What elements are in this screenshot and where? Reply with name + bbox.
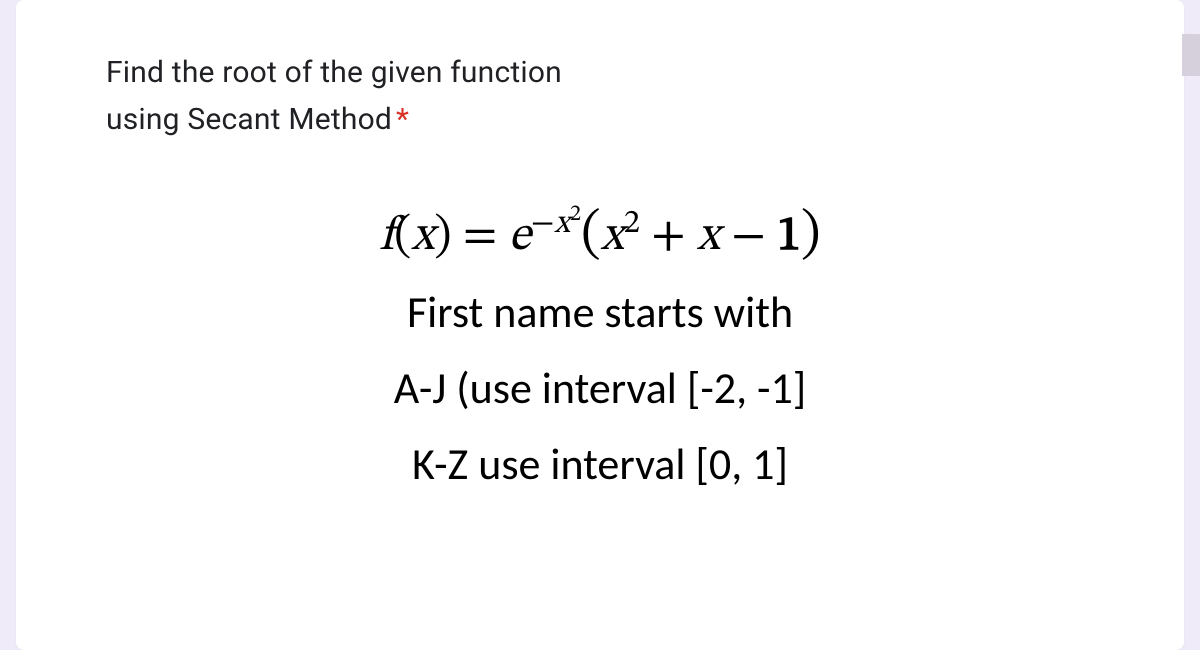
eq-equals: = [451,213,508,261]
eq-exp-x: x [554,207,570,240]
equation-block: f(x) = e−x2(x2 + x − 1) First name start… [106,203,1094,497]
question-line-2: using Secant Method [106,102,392,137]
required-asterisk: * [396,102,409,137]
eq-open: ( [394,213,411,261]
eq-paren-open: ( [581,208,601,263]
instruction-line-1: First name starts with [106,281,1094,345]
eq-term3: 1 [777,213,801,261]
equation-formula: f(x) = e−x2(x2 + x − 1) [106,203,1094,269]
question-card: Find the root of the given function usin… [16,0,1184,650]
eq-term2-x: x [697,213,720,261]
eq-term1-sq: 2 [624,207,640,240]
eq-e: e [509,213,531,261]
side-accent [1182,34,1200,76]
eq-f: f [379,213,394,261]
eq-plus: + [640,213,697,261]
eq-paren-close: ) [801,208,821,263]
eq-close: ) [434,213,451,261]
eq-minus: − [720,213,777,261]
eq-term1-x: x [601,213,624,261]
question-text: Find the root of the given function usin… [106,50,1094,143]
question-line-1: Find the root of the given function [106,55,562,90]
instruction-line-2: A-J (use interval [-2, -1] [106,357,1094,421]
eq-x: x [411,213,434,261]
eq-exp-sq: 2 [570,204,581,226]
eq-exp-neg: − [531,207,555,240]
instruction-line-3: K-Z use interval [0, 1] [106,433,1094,497]
eq-exponent: −x2 [531,207,581,240]
